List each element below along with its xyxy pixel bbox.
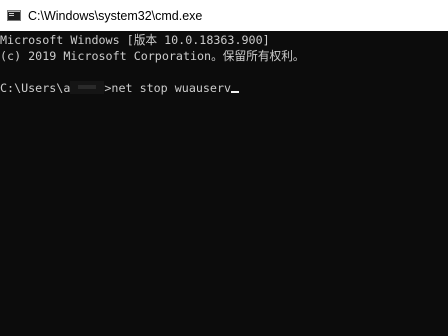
typed-command[interactable]: net stop wuauserv — [111, 81, 231, 95]
banner-copyright-line: (c) 2019 Microsoft Corporation。保留所有权利。 — [0, 49, 305, 63]
console-output[interactable]: Microsoft Windows [版本 10.0.18363.900] (c… — [0, 31, 448, 336]
redacted-username — [70, 81, 105, 94]
cmd-window: C:\Windows\system32\cmd.exe Microsoft Wi… — [0, 0, 448, 336]
prompt-path: C:\Users\a — [0, 81, 71, 95]
text-cursor — [231, 91, 240, 93]
title-bar[interactable]: C:\Windows\system32\cmd.exe — [0, 0, 448, 31]
banner-version-line: Microsoft Windows [版本 10.0.18363.900] — [0, 33, 270, 47]
cmd-console-icon — [7, 10, 21, 21]
command-prompt-line[interactable]: C:\Users\a >net stop wuauserv — [0, 80, 448, 96]
window-title: C:\Windows\system32\cmd.exe — [28, 8, 203, 23]
